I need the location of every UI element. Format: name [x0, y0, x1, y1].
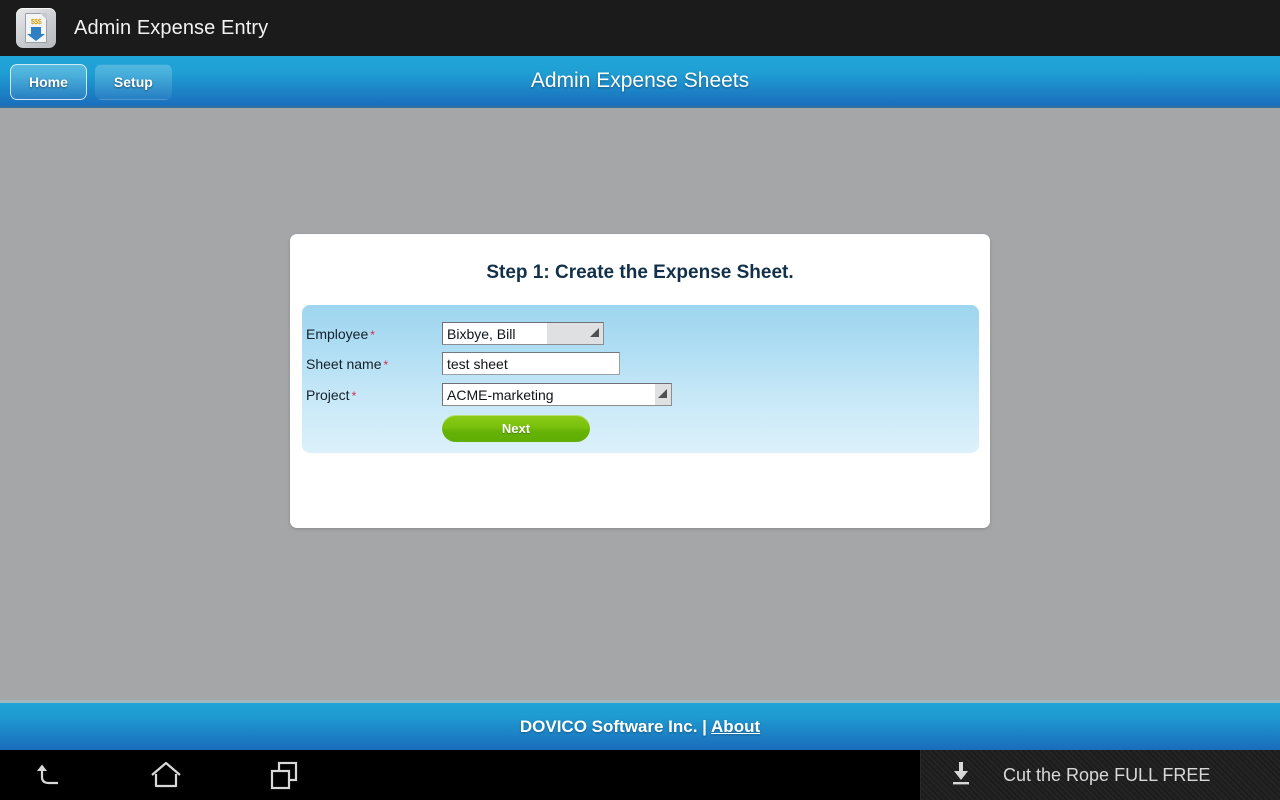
icon-money-text: $$$ — [30, 19, 42, 26]
sheet-name-input[interactable] — [442, 352, 620, 375]
nav-tabs: Home Setup — [10, 64, 172, 100]
footer-company: DOVICO Software Inc. | — [519, 717, 707, 736]
notification-text: Cut the Rope FULL FREE — [1003, 764, 1211, 785]
form-row-project: Project * ACME-marketing — [304, 383, 672, 406]
download-icon — [949, 760, 973, 791]
download-arrow-shape — [27, 27, 45, 41]
footer-text: DOVICO Software Inc. | About — [0, 703, 1280, 750]
form-row-employee: Employee * Bixbye, Bill — [304, 322, 604, 345]
home-icon[interactable] — [126, 750, 206, 800]
page-title: Admin Expense Sheets — [530, 69, 750, 92]
android-nav-bar: Cut the Rope FULL FREE — [0, 750, 1280, 800]
download-icon-svg — [953, 761, 969, 784]
recent-apps-icon-svg — [270, 761, 298, 790]
create-expense-form: Employee* Bixbye, Bill Sheet name* Proje… — [302, 305, 979, 453]
recent-apps-icon[interactable] — [244, 750, 324, 800]
employee-select-value: Bixbye, Bill — [443, 323, 547, 344]
next-button[interactable]: Next — [442, 415, 590, 442]
app-header: Admin Expense Sheets Home Setup — [0, 56, 1280, 108]
expense-document-icon: $$$ — [16, 8, 56, 48]
app-footer: DOVICO Software Inc. | About — [0, 700, 1280, 750]
employee-select[interactable]: Bixbye, Bill — [442, 322, 604, 345]
form-row-sheet-name: Sheet name * — [304, 352, 620, 375]
tab-setup[interactable]: Setup — [94, 64, 172, 100]
back-icon[interactable] — [8, 750, 88, 800]
sheet-name-required-marker: * — [383, 357, 389, 372]
project-label: Project * — [304, 387, 442, 403]
about-link[interactable]: About — [711, 717, 760, 736]
dropdown-arrow-icon — [590, 328, 599, 337]
android-title-bar: $$$ Admin Expense Entry — [0, 0, 1280, 56]
back-icon-svg — [37, 764, 58, 785]
dropdown-arrow-icon — [658, 389, 667, 398]
project-select-value: ACME-marketing — [443, 384, 655, 405]
sheet-name-label: Sheet name * — [304, 356, 442, 372]
home-icon-svg — [151, 761, 181, 788]
employee-required-marker: * — [370, 327, 375, 342]
page-body: Step 1: Create the Expense Sheet. Employ… — [0, 110, 1280, 700]
tab-home[interactable]: Home — [10, 64, 87, 100]
sheet-name-label-text: Sheet name — [306, 355, 382, 372]
expense-sheet-card: Step 1: Create the Expense Sheet. Employ… — [290, 234, 990, 528]
card-title: Step 1: Create the Expense Sheet. — [486, 262, 794, 283]
employee-label: Employee * — [304, 326, 442, 342]
project-required-marker: * — [351, 388, 357, 403]
notification-area[interactable]: Cut the Rope FULL FREE — [920, 750, 1280, 800]
project-label-text: Project — [306, 386, 350, 403]
project-select[interactable]: ACME-marketing — [442, 383, 672, 406]
employee-label-text: Employee — [306, 325, 369, 342]
form-row-next: Next — [442, 415, 590, 442]
app-title: Admin Expense Entry — [74, 16, 269, 39]
